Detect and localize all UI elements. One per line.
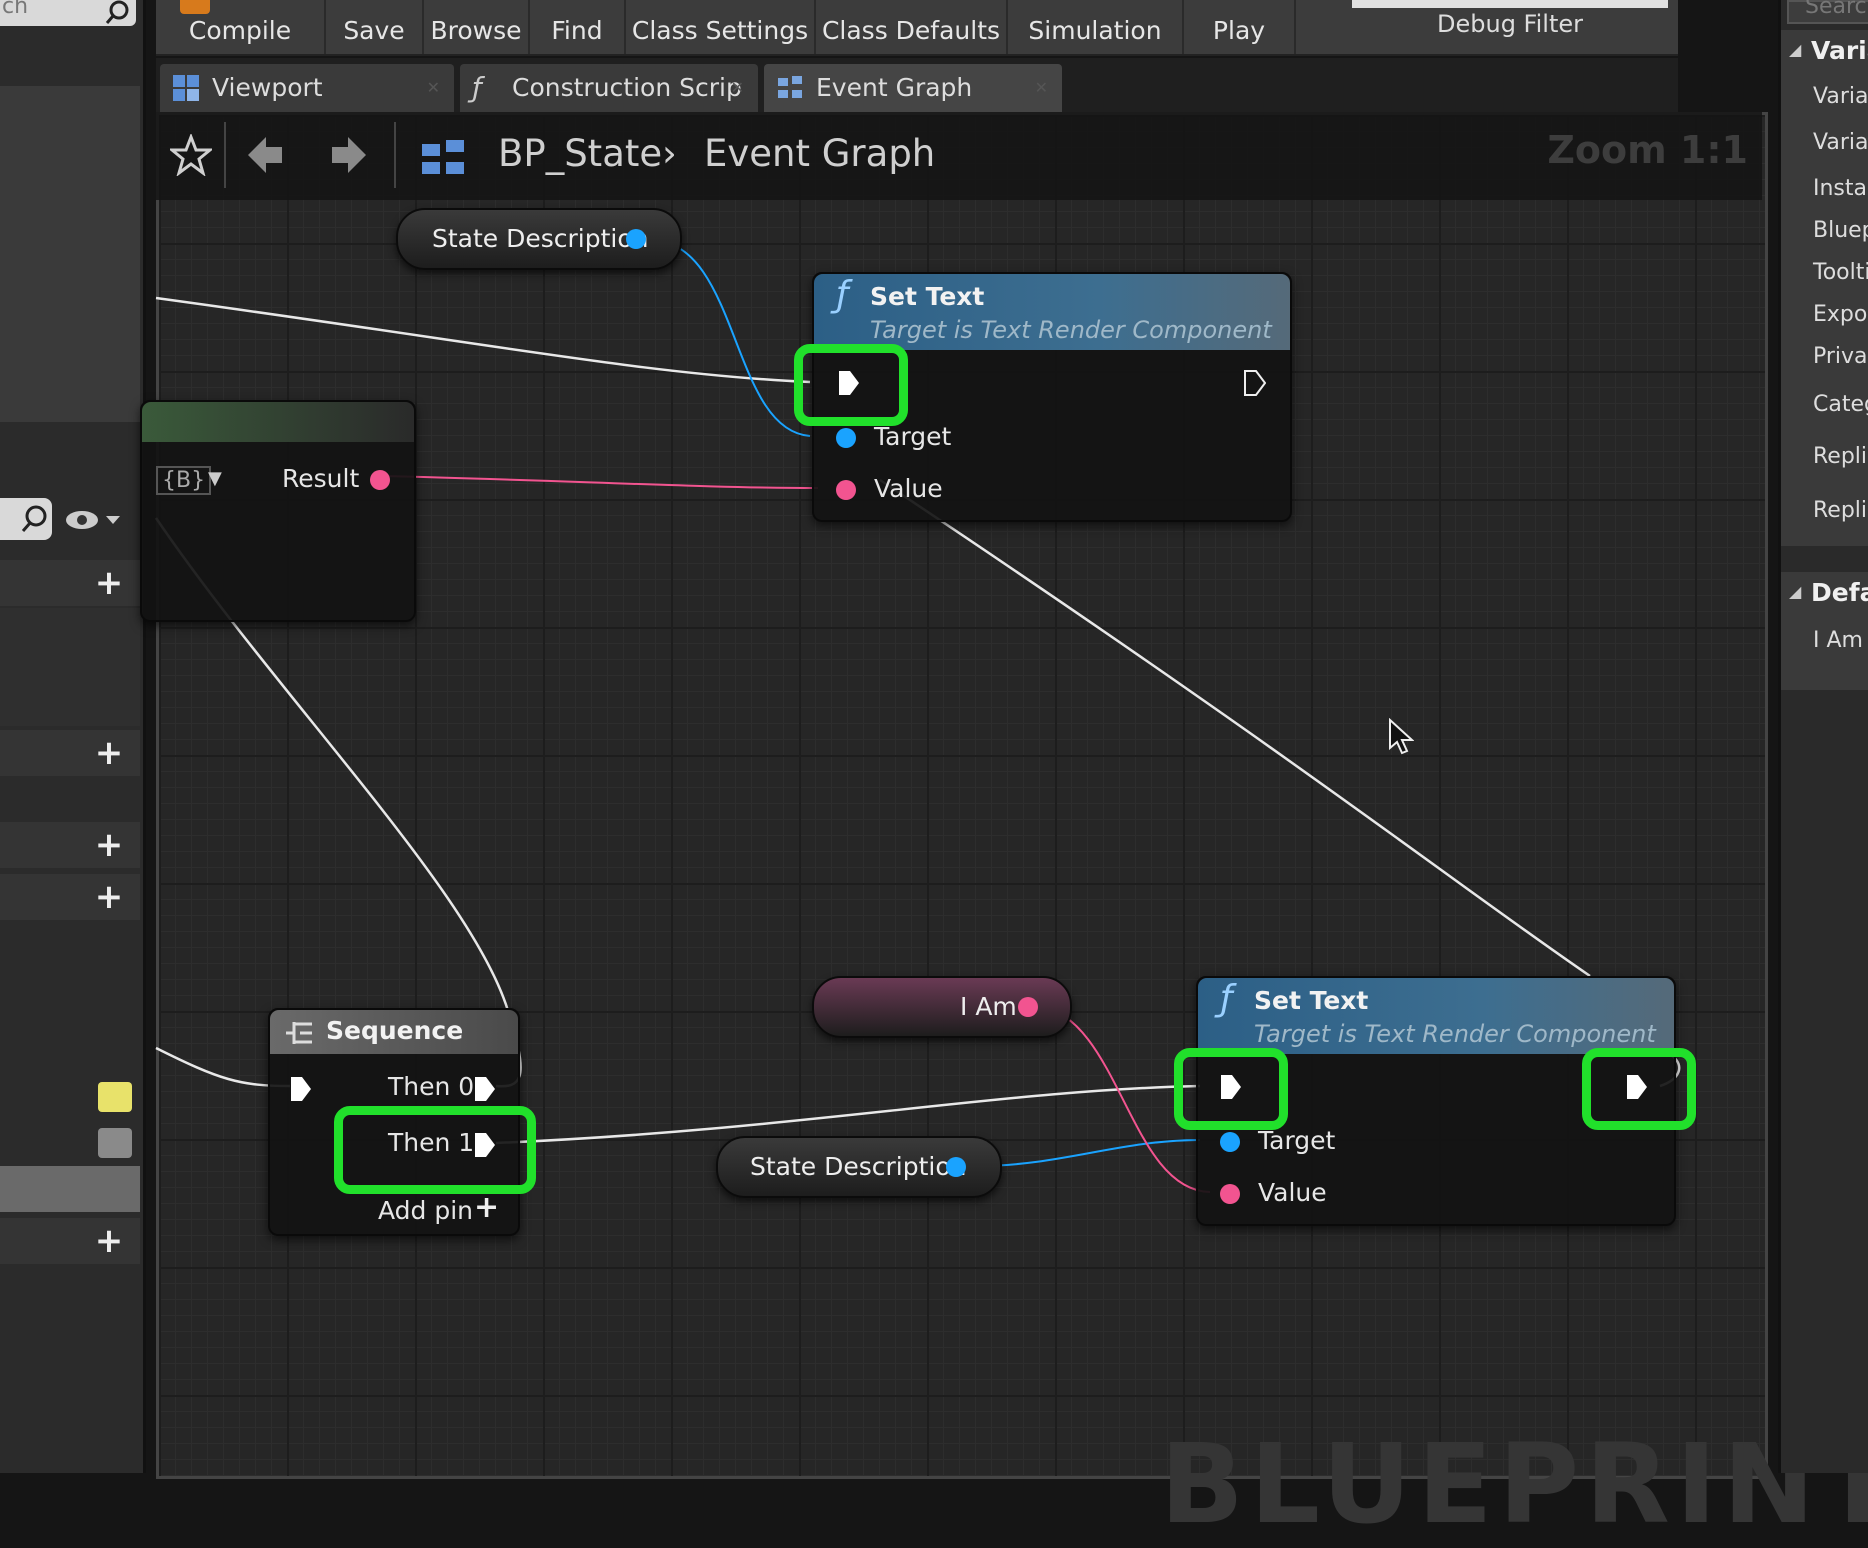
node-subtitle: Target is Text Render Component bbox=[870, 316, 1272, 344]
variable-details-section: ◢ Varia Variab Variab Instan Bluep Toolt… bbox=[1781, 30, 1868, 546]
header-divider bbox=[224, 122, 226, 188]
highlight-exec-in-node-1 bbox=[794, 344, 908, 426]
node-title: Set Text bbox=[870, 282, 985, 311]
highlight-then1-pin bbox=[334, 1106, 536, 1194]
then0-output-pin[interactable] bbox=[474, 1076, 496, 1102]
value-input-pin[interactable] bbox=[836, 480, 856, 500]
chevron-down-icon[interactable]: ▼ bbox=[208, 468, 222, 489]
blueprint-graph-icon bbox=[422, 140, 464, 174]
details-row: Instan bbox=[1813, 176, 1868, 201]
default-value-section: ◢ Defau I Am bbox=[1781, 572, 1868, 690]
details-row: Expos bbox=[1813, 302, 1868, 327]
back-arrow-icon[interactable] bbox=[246, 134, 286, 176]
sequence-icon bbox=[286, 1022, 312, 1044]
variable-label: State Description bbox=[432, 224, 649, 253]
value-input-pin[interactable] bbox=[1220, 1184, 1240, 1204]
collapse-arrow-icon[interactable]: ◢ bbox=[1789, 582, 1801, 601]
variable-label: State Description bbox=[750, 1152, 967, 1181]
state-description-getter-node[interactable]: State Description bbox=[396, 208, 682, 270]
function-icon: ƒ bbox=[836, 274, 849, 315]
format-node-header bbox=[142, 402, 414, 442]
exec-wire bbox=[495, 1084, 1201, 1145]
zoom-level: Zoom 1:1 bbox=[1547, 128, 1748, 172]
target-input-pin[interactable] bbox=[836, 428, 856, 448]
graph-wires bbox=[154, 239, 1681, 1193]
details-row: Replic bbox=[1813, 498, 1868, 523]
object-output-pin[interactable] bbox=[626, 229, 646, 249]
mouse-cursor-icon bbox=[1389, 718, 1414, 755]
i-am-getter-node[interactable]: I Am bbox=[812, 976, 1072, 1038]
exec-input-pin[interactable] bbox=[290, 1076, 312, 1102]
details-row: I Am bbox=[1813, 628, 1863, 653]
breadcrumb-current: Event Graph bbox=[704, 132, 936, 175]
target-input-pin[interactable] bbox=[1220, 1132, 1240, 1152]
value-pin-label: Value bbox=[1258, 1178, 1327, 1207]
format-token[interactable]: {B} bbox=[156, 466, 212, 495]
format-text-node[interactable]: {B} ▼ Result bbox=[140, 400, 416, 622]
forward-arrow-icon[interactable] bbox=[328, 134, 368, 176]
header-divider bbox=[394, 122, 396, 188]
details-panel: Search ◢ Varia Variab Variab Instan Blue… bbox=[1778, 0, 1868, 1473]
variable-label: I Am bbox=[960, 992, 1017, 1021]
details-search-placeholder: Search bbox=[1805, 0, 1868, 19]
details-search-input[interactable]: Search bbox=[1787, 0, 1868, 24]
chevron-right-icon: › bbox=[662, 132, 677, 175]
breadcrumb-root[interactable]: BP_State bbox=[498, 132, 662, 175]
graph-header: BP_State › Event Graph bbox=[156, 112, 1762, 200]
add-pin-label[interactable]: Add pin bbox=[378, 1196, 473, 1225]
value-pin-label: Value bbox=[874, 474, 943, 503]
function-icon: ƒ bbox=[1220, 978, 1233, 1019]
node-title: Set Text bbox=[1254, 986, 1369, 1015]
highlight-exec-out-node-2 bbox=[1582, 1048, 1696, 1130]
details-row: Bluep bbox=[1813, 218, 1868, 243]
object-wire bbox=[649, 239, 811, 437]
node-title: Sequence bbox=[326, 1016, 464, 1045]
text-output-pin[interactable] bbox=[1018, 997, 1038, 1017]
node-subtitle: Target is Text Render Component bbox=[1254, 1020, 1656, 1048]
details-row: Variab bbox=[1813, 130, 1868, 155]
variables-section-header[interactable]: Varia bbox=[1811, 36, 1868, 65]
exec-wire bbox=[155, 296, 811, 384]
favorite-star-icon[interactable] bbox=[170, 134, 212, 176]
details-row: Privat bbox=[1813, 344, 1868, 369]
highlight-exec-in-node-2 bbox=[1174, 1048, 1288, 1130]
object-output-pin[interactable] bbox=[946, 1157, 966, 1177]
add-pin-icon[interactable]: + bbox=[474, 1190, 499, 1225]
exec-wire bbox=[879, 478, 1591, 978]
state-description-getter-node[interactable]: State Description bbox=[716, 1136, 1002, 1198]
details-row: Categ bbox=[1813, 392, 1868, 417]
defaults-section-header[interactable]: Defau bbox=[1811, 578, 1868, 607]
collapse-arrow-icon[interactable]: ◢ bbox=[1789, 40, 1801, 59]
result-pin-label: Result bbox=[282, 464, 360, 493]
object-wire bbox=[977, 1139, 1201, 1167]
target-pin-label: Target bbox=[874, 422, 952, 451]
text-wire bbox=[379, 475, 819, 489]
details-row: Variab bbox=[1813, 84, 1868, 109]
blueprint-watermark: BLUEPRINT bbox=[1160, 1420, 1868, 1548]
result-output-pin[interactable] bbox=[370, 470, 390, 490]
details-row: Replic bbox=[1813, 444, 1868, 469]
then0-pin-label: Then 0 bbox=[388, 1072, 475, 1101]
details-row: Toolti bbox=[1813, 260, 1868, 285]
target-pin-label: Target bbox=[1258, 1126, 1336, 1155]
exec-output-pin[interactable] bbox=[1244, 370, 1266, 396]
